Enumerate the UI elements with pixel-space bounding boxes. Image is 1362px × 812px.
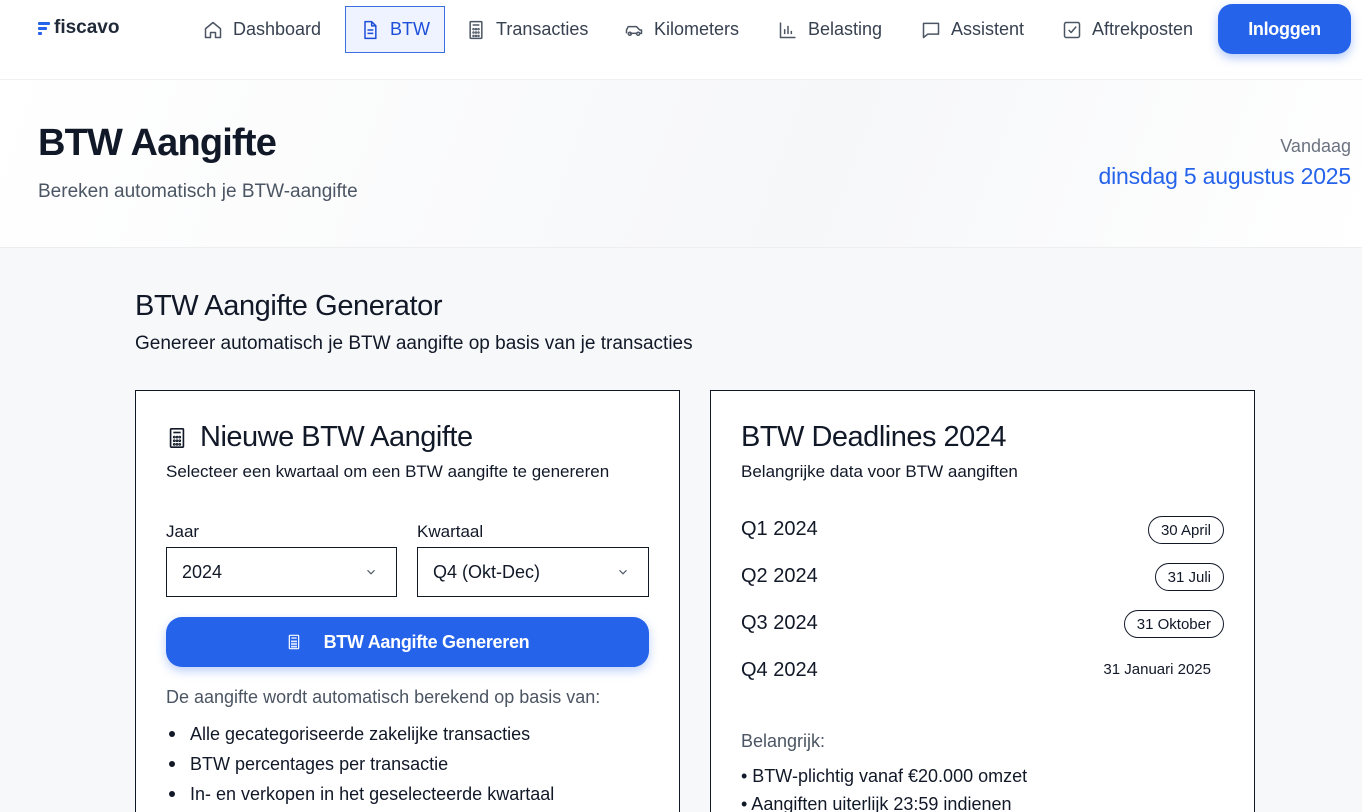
nav-item-kilometers[interactable]: Kilometers — [610, 6, 753, 53]
calculator-icon — [469, 20, 483, 39]
top-navigation-bar: fiscavo Dashboard BTW Transacties Kilome… — [0, 0, 1362, 80]
section-subtitle: Genereer automatisch je BTW aangifte op … — [135, 333, 693, 354]
deadline-row: Q2 2024 31 Juli — [741, 563, 1224, 593]
car-icon — [625, 25, 643, 36]
nav-item-assistent[interactable]: Assistent — [907, 6, 1038, 53]
important-list: • BTW-plichtig vanaf €20.000 omzet • Aan… — [741, 763, 1027, 812]
vat-deadlines-card: BTW Deadlines 2024 Belangrijke data voor… — [710, 390, 1255, 812]
card-title: Nieuwe BTW Aangifte — [166, 421, 473, 454]
nav-item-belasting[interactable]: Belasting — [764, 6, 896, 53]
nav-item-aftrekposten[interactable]: Aftrekposten — [1048, 6, 1207, 53]
nav-label: Assistent — [951, 19, 1025, 39]
nav-item-dashboard[interactable]: Dashboard — [189, 6, 335, 53]
list-item: In- en verkopen in het geselecteerde kwa… — [166, 781, 554, 811]
brand-logo[interactable]: fiscavo — [38, 17, 119, 39]
section-title: BTW Aangifte Generator — [135, 290, 443, 322]
nav-label: Dashboard — [233, 19, 322, 39]
logo-icon — [38, 21, 50, 35]
deadline-date-badge: 31 Juli — [1154, 563, 1224, 591]
card-title: BTW Deadlines 2024 — [741, 421, 1007, 453]
deadline-quarter: Q1 2024 — [741, 518, 818, 540]
basis-list: Alle gecategoriseerde zakelijke transact… — [166, 721, 554, 811]
nav-label: BTW — [390, 19, 430, 39]
chevron-down-icon — [367, 569, 375, 575]
deadline-row: Q1 2024 30 April — [741, 516, 1224, 546]
nav-item-transacties[interactable]: Transacties — [452, 6, 602, 53]
list-item: BTW percentages per transactie — [166, 751, 554, 781]
deadline-row: Q4 2024 31 Januari 2025 — [741, 657, 1224, 687]
button-label: BTW Aangifte Genereren — [323, 631, 530, 652]
login-button[interactable]: Inloggen — [1218, 4, 1351, 54]
card-subtitle: Belangrijke data voor BTW aangiften — [741, 462, 1018, 481]
bar-chart-icon — [779, 22, 796, 38]
nav-label: Kilometers — [654, 19, 740, 39]
document-icon — [364, 20, 377, 39]
important-label: Belangrijk: — [741, 731, 826, 751]
deadline-quarter: Q4 2024 — [741, 659, 818, 681]
quarter-label: Kwartaal — [417, 522, 484, 541]
deadline-row: Q3 2024 31 Oktober — [741, 610, 1224, 640]
nav-label: Belasting — [808, 19, 883, 39]
deadline-date-badge: 30 April — [1147, 516, 1224, 544]
chat-icon — [922, 22, 940, 38]
deadline-quarter: Q2 2024 — [741, 565, 818, 587]
card-title-text: Nieuwe BTW Aangifte — [200, 421, 473, 453]
deadline-date-badge: 31 Oktober — [1123, 610, 1224, 638]
quarter-value: Q4 (Okt-Dec) — [433, 561, 541, 582]
page-header: BTW Aangifte Bereken automatisch je BTW-… — [0, 80, 1362, 248]
checkbox-icon — [1063, 21, 1081, 38]
home-icon — [204, 21, 222, 38]
nav-label: Aftrekposten — [1092, 19, 1194, 39]
year-label: Jaar — [166, 522, 200, 541]
year-value: 2024 — [182, 561, 223, 582]
today-label: Vandaag — [1280, 136, 1351, 156]
new-vat-return-card: Nieuwe BTW Aangifte Selecteer een kwarta… — [135, 390, 680, 812]
year-select[interactable]: 2024 — [166, 547, 397, 597]
today-date: dinsdag 5 augustus 2025 — [1098, 163, 1352, 189]
generate-vat-return-button[interactable]: BTW Aangifte Genereren — [166, 617, 649, 667]
page-title: BTW Aangifte — [38, 122, 277, 164]
explanation-text: De aangifte wordt automatisch berekend o… — [166, 687, 601, 707]
calculator-icon — [288, 634, 299, 650]
list-item: • BTW-plichtig vanaf €20.000 omzet — [741, 766, 1028, 786]
list-item: Alle gecategoriseerde zakelijke transact… — [166, 721, 554, 751]
deadline-date: 31 Januari 2025 — [1103, 661, 1211, 678]
chevron-down-icon — [619, 569, 627, 575]
nav-item-btw[interactable]: BTW — [345, 6, 445, 53]
nav-label: Transacties — [496, 19, 589, 39]
card-subtitle: Selecteer een kwartaal om een BTW aangif… — [166, 462, 610, 481]
calculator-icon — [169, 427, 185, 448]
page-subtitle: Bereken automatisch je BTW-aangifte — [38, 181, 358, 202]
brand-name: fiscavo — [54, 17, 120, 38]
deadline-quarter: Q3 2024 — [741, 612, 818, 634]
list-item: • Aangiften uiterlijk 23:59 indienen — [741, 794, 1012, 812]
quarter-select[interactable]: Q4 (Okt-Dec) — [417, 547, 649, 597]
